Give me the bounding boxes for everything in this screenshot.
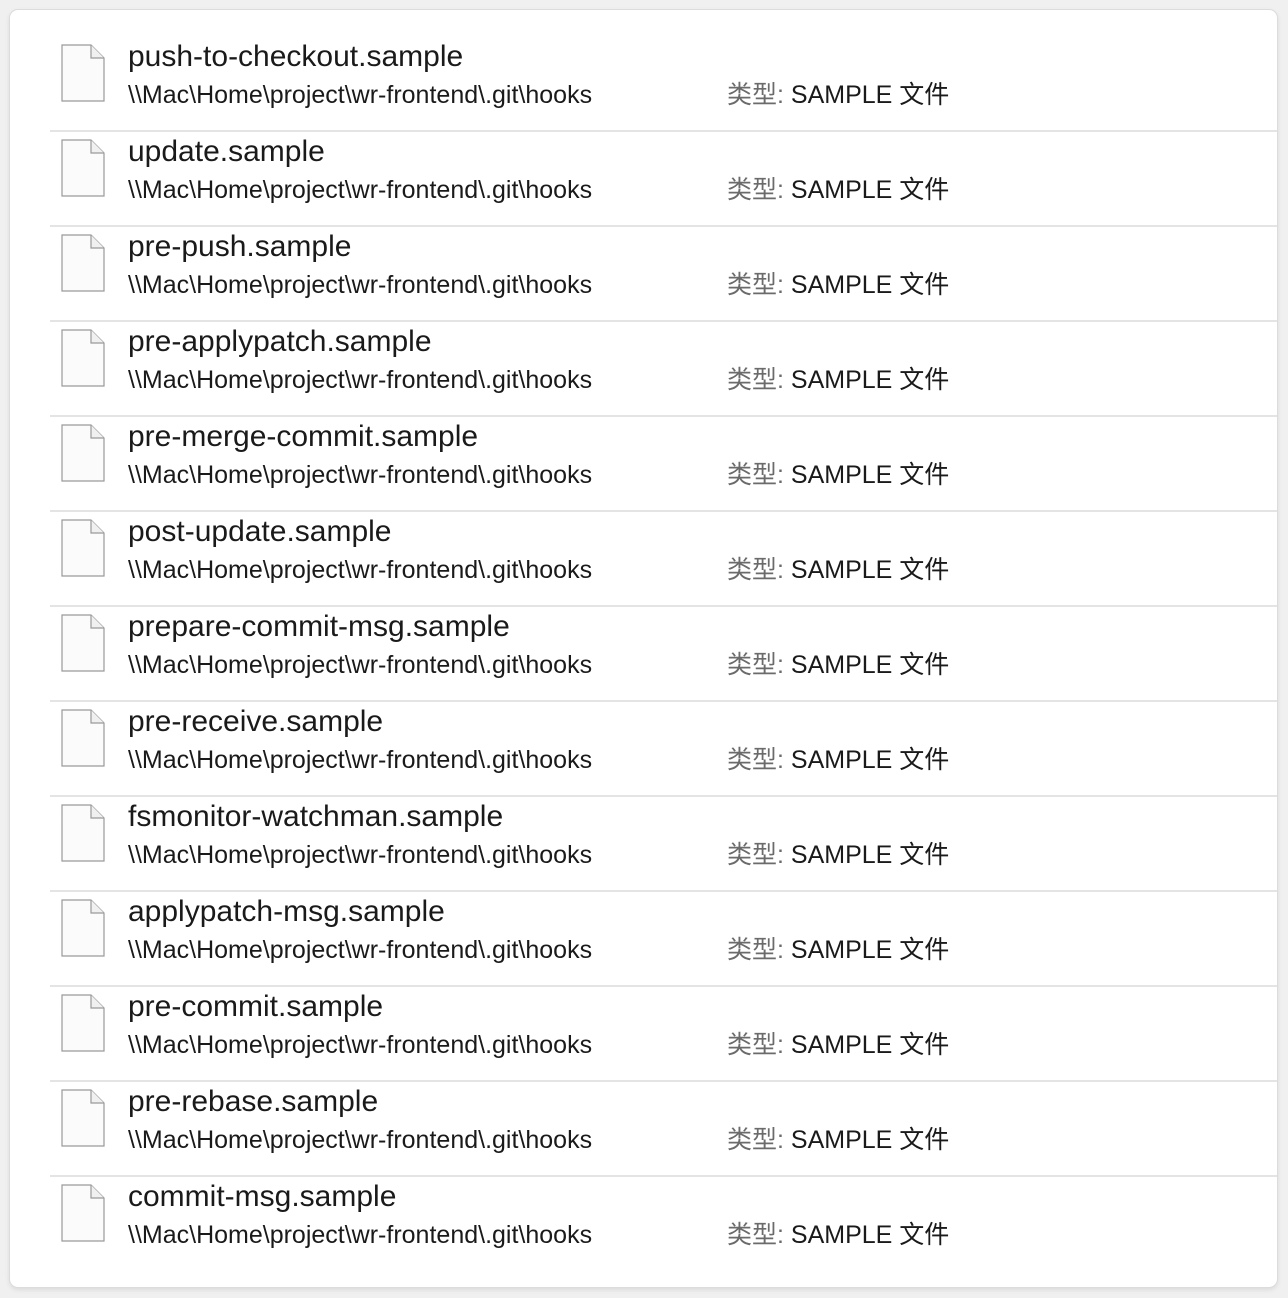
file-type-label: 类型: [727, 461, 784, 489]
file-type: 类型: SAMPLE 文件 [727, 174, 949, 206]
file-name: pre-merge-commit.sample [128, 420, 479, 453]
search-result-row[interactable]: prepare-commit-msg.sample \\Mac\Home\pro… [50, 607, 1277, 702]
file-type: 类型: SAMPLE 文件 [727, 934, 949, 966]
search-results-list: push-to-checkout.sample \\Mac\Home\proje… [50, 37, 1277, 1272]
file-name: push-to-checkout.sample [128, 40, 464, 73]
file-icon [61, 424, 105, 482]
file-name: commit-msg.sample [128, 1180, 397, 1213]
file-type-label: 类型: [727, 746, 784, 774]
file-path: \\Mac\Home\project\wr-frontend\.git\hook… [128, 556, 593, 584]
file-path: \\Mac\Home\project\wr-frontend\.git\hook… [128, 1031, 593, 1059]
file-type: 类型: SAMPLE 文件 [727, 1219, 949, 1251]
search-result-row[interactable]: pre-applypatch.sample \\Mac\Home\project… [50, 322, 1277, 417]
search-result-row[interactable]: push-to-checkout.sample \\Mac\Home\proje… [50, 37, 1277, 132]
file-type: 类型: SAMPLE 文件 [727, 269, 949, 301]
file-path: \\Mac\Home\project\wr-frontend\.git\hook… [128, 1126, 593, 1154]
file-type: 类型: SAMPLE 文件 [727, 1029, 949, 1061]
file-type: 类型: SAMPLE 文件 [727, 839, 949, 871]
file-type-value: SAMPLE 文件 [790, 1126, 950, 1154]
search-result-row[interactable]: fsmonitor-watchman.sample \\Mac\Home\pro… [50, 797, 1277, 892]
file-type: 类型: SAMPLE 文件 [727, 1124, 949, 1156]
file-icon [61, 44, 105, 102]
file-type-label: 类型: [727, 1126, 784, 1154]
file-path: \\Mac\Home\project\wr-frontend\.git\hook… [128, 461, 593, 489]
file-type-value: SAMPLE 文件 [790, 176, 950, 204]
file-icon [61, 709, 105, 767]
file-type-label: 类型: [727, 271, 784, 299]
file-type-value: SAMPLE 文件 [790, 1221, 950, 1249]
search-result-row[interactable]: applypatch-msg.sample \\Mac\Home\project… [50, 892, 1277, 987]
file-path: \\Mac\Home\project\wr-frontend\.git\hook… [128, 81, 593, 109]
file-path: \\Mac\Home\project\wr-frontend\.git\hook… [128, 841, 593, 869]
file-type-label: 类型: [727, 366, 784, 394]
file-path: \\Mac\Home\project\wr-frontend\.git\hook… [128, 746, 593, 774]
file-path: \\Mac\Home\project\wr-frontend\.git\hook… [128, 366, 593, 394]
file-type: 类型: SAMPLE 文件 [727, 744, 949, 776]
file-icon [61, 139, 105, 197]
file-type-value: SAMPLE 文件 [790, 651, 950, 679]
file-type-label: 类型: [727, 841, 784, 869]
file-type: 类型: SAMPLE 文件 [727, 79, 949, 111]
search-result-row[interactable]: pre-merge-commit.sample \\Mac\Home\proje… [50, 417, 1277, 512]
file-type-value: SAMPLE 文件 [790, 556, 950, 584]
file-name: pre-rebase.sample [128, 1085, 379, 1118]
file-name: fsmonitor-watchman.sample [128, 800, 504, 833]
search-result-row[interactable]: pre-receive.sample \\Mac\Home\project\wr… [50, 702, 1277, 797]
file-path: \\Mac\Home\project\wr-frontend\.git\hook… [128, 1221, 593, 1249]
search-result-row[interactable]: update.sample \\Mac\Home\project\wr-fron… [50, 132, 1277, 227]
file-icon [61, 899, 105, 957]
file-icon [61, 1089, 105, 1147]
file-type-value: SAMPLE 文件 [790, 746, 950, 774]
file-type-label: 类型: [727, 936, 784, 964]
file-type-value: SAMPLE 文件 [790, 366, 950, 394]
file-name: pre-applypatch.sample [128, 325, 432, 358]
file-type-value: SAMPLE 文件 [790, 1031, 950, 1059]
search-results-window: push-to-checkout.sample \\Mac\Home\proje… [10, 10, 1277, 1287]
search-result-row[interactable]: pre-push.sample \\Mac\Home\project\wr-fr… [50, 227, 1277, 322]
file-type: 类型: SAMPLE 文件 [727, 459, 949, 491]
file-type-value: SAMPLE 文件 [790, 841, 950, 869]
file-type: 类型: SAMPLE 文件 [727, 554, 949, 586]
file-path: \\Mac\Home\project\wr-frontend\.git\hook… [128, 271, 593, 299]
search-result-row[interactable]: pre-commit.sample \\Mac\Home\project\wr-… [50, 987, 1277, 1082]
file-icon [61, 804, 105, 862]
file-icon [61, 614, 105, 672]
search-result-row[interactable]: pre-rebase.sample \\Mac\Home\project\wr-… [50, 1082, 1277, 1177]
file-name: prepare-commit-msg.sample [128, 610, 510, 643]
file-icon [61, 519, 105, 577]
file-type: 类型: SAMPLE 文件 [727, 364, 949, 396]
file-icon [61, 329, 105, 387]
file-icon [61, 234, 105, 292]
file-icon [61, 1184, 105, 1242]
file-type-value: SAMPLE 文件 [790, 271, 950, 299]
file-type: 类型: SAMPLE 文件 [727, 649, 949, 681]
file-type-value: SAMPLE 文件 [790, 461, 950, 489]
file-type-label: 类型: [727, 1221, 784, 1249]
file-name: post-update.sample [128, 515, 392, 548]
file-type-label: 类型: [727, 1031, 784, 1059]
file-name: pre-push.sample [128, 230, 352, 263]
file-path: \\Mac\Home\project\wr-frontend\.git\hook… [128, 936, 593, 964]
file-type-label: 类型: [727, 176, 784, 204]
file-name: applypatch-msg.sample [128, 895, 445, 928]
file-type-label: 类型: [727, 651, 784, 679]
file-type-value: SAMPLE 文件 [790, 81, 950, 109]
file-type-label: 类型: [727, 556, 784, 584]
file-path: \\Mac\Home\project\wr-frontend\.git\hook… [128, 651, 593, 679]
search-result-row[interactable]: post-update.sample \\Mac\Home\project\wr… [50, 512, 1277, 607]
file-name: pre-commit.sample [128, 990, 384, 1023]
file-type-label: 类型: [727, 81, 784, 109]
file-type-value: SAMPLE 文件 [790, 936, 950, 964]
file-name: update.sample [128, 135, 325, 168]
search-result-row[interactable]: commit-msg.sample \\Mac\Home\project\wr-… [50, 1177, 1277, 1272]
file-icon [61, 994, 105, 1052]
file-name: pre-receive.sample [128, 705, 384, 738]
file-path: \\Mac\Home\project\wr-frontend\.git\hook… [128, 176, 593, 204]
